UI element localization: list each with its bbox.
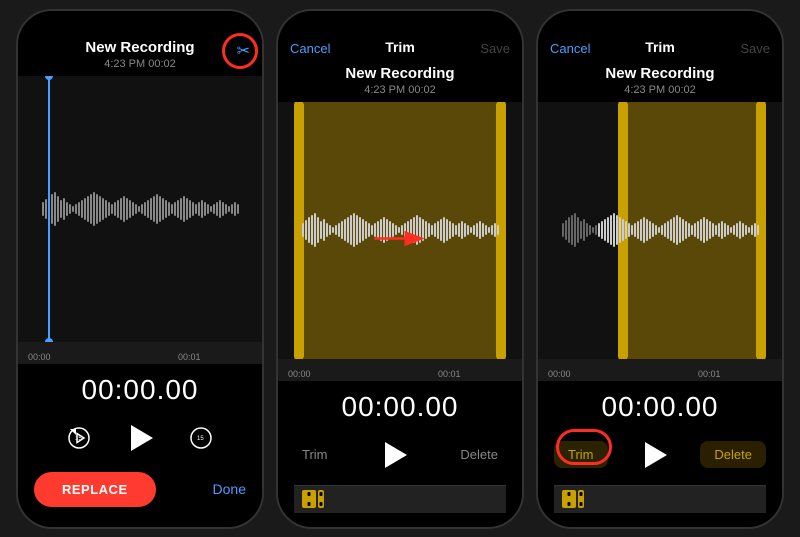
waveform-wrapper-3 [538,102,782,359]
filmstrip-bar-3 [554,485,766,513]
trim-btn-3[interactable]: Trim [554,441,608,468]
save-btn-3[interactable]: Save [740,41,770,56]
notch-3 [620,11,700,31]
save-btn-2[interactable]: Save [480,41,510,56]
waveform-area-1: 00:00 00:01 [18,76,262,364]
playback-controls-1: 15 15 [34,416,246,460]
play-triangle-1 [131,425,153,451]
ruler-ticks-2: 00:00 00:01 [278,359,522,381]
phone-frame-1: New Recording 4:23 PM 00:02 ✂ [16,9,264,529]
recording-subtitle-3: 4:23 PM 00:02 [538,84,782,96]
waveform-wrapper-1 [18,76,262,342]
ruler-ticks-3: 00:00 00:01 [538,359,782,381]
timeline-ruler-3: 00:00 00:01 [538,359,782,381]
play-triangle-3 [645,442,667,468]
time-display-2: 00:00.00 [294,391,506,423]
delete-btn-3[interactable]: Delete [700,441,766,468]
trim-delete-row-3: Trim Delete [554,433,766,477]
delete-btn-2[interactable]: Delete [452,441,506,468]
recording-subtitle-1: 4:23 PM 00:02 [34,58,246,70]
replace-btn-1[interactable]: REPLACE [34,472,156,507]
notch-1 [100,11,180,31]
waveform-area-2: 00:00 00:01 [278,102,522,381]
cancel-btn-3[interactable]: Cancel [550,41,590,56]
time-display-1: 00:00.00 [34,374,246,406]
trim-btn-2[interactable]: Trim [294,441,336,468]
skip-back-btn-1[interactable]: 15 [64,423,94,453]
skip-forward-btn-1[interactable]: 15 [186,423,216,453]
filmstrip-segment-1 [302,490,316,508]
timeline-ruler-2: 00:00 00:01 [278,359,522,381]
time-display-3: 00:00.00 [554,391,766,423]
waveform-svg-1 [40,174,240,244]
controls-area-3: 00:00.00 Trim Delete [538,381,782,527]
play-btn-3[interactable] [632,433,676,477]
waveform-area-3: 00:00 00:01 [538,102,782,381]
notch-2 [360,11,440,31]
play-triangle-2 [385,442,407,468]
ruler-start-3: 00:00 [548,369,571,379]
controls-area-2: 00:00.00 Trim Delete [278,381,522,527]
ruler-ticks-1: 00:00 00:01 [18,342,262,364]
recording-title-2: New Recording [278,65,522,82]
recording-info-2: New Recording 4:23 PM 00:02 [278,61,522,102]
trim-delete-row-2: Trim Delete [294,433,506,477]
recording-title-3: New Recording [538,65,782,82]
ruler-start-1: 00:00 [28,352,51,362]
play-btn-2[interactable] [372,433,416,477]
filmstrip-segment-4 [578,490,584,508]
trim-arrow-2 [370,224,430,259]
waveform-container-2: 00:00 00:01 [278,102,522,381]
cancel-btn-2[interactable]: Cancel [290,41,330,56]
filmstrip-icon-2 [302,490,324,508]
ruler-end-2: 00:01 [438,369,461,379]
timeline-ruler-1: 00:00 00:01 [18,342,262,364]
ruler-end-1: 00:01 [178,352,201,362]
waveform-svg-3 [560,195,760,265]
filmstrip-segment-2 [318,490,324,508]
ruler-end-3: 00:01 [698,369,721,379]
controls-area-1: 00:00.00 15 15 REPLAC [18,364,262,527]
waveform-container-3: 00:00 00:01 [538,102,782,381]
svg-text:15: 15 [197,436,204,442]
play-btn-1[interactable] [118,416,162,460]
trim-icon-btn-1[interactable]: ✂ [237,41,250,61]
action-row-1: REPLACE Done [34,472,246,507]
waveform-container-1: 00:00 00:01 [18,76,262,364]
filmstrip-bar-2 [294,485,506,513]
filmstrip-segment-3 [562,490,576,508]
recording-subtitle-2: 4:23 PM 00:02 [278,84,522,96]
phone-frame-2: Cancel Trim Save New Recording 4:23 PM 0… [276,9,524,529]
playhead-1[interactable] [48,76,50,342]
svg-text:15: 15 [75,436,82,442]
recording-info-3: New Recording 4:23 PM 00:02 [538,61,782,102]
filmstrip-icon-3 [562,490,584,508]
ruler-start-2: 00:00 [288,369,311,379]
recording-title-1: New Recording [34,39,246,56]
done-btn-1[interactable]: Done [213,481,246,497]
phone-frame-3: Cancel Trim Save New Recording 4:23 PM 0… [536,9,784,529]
